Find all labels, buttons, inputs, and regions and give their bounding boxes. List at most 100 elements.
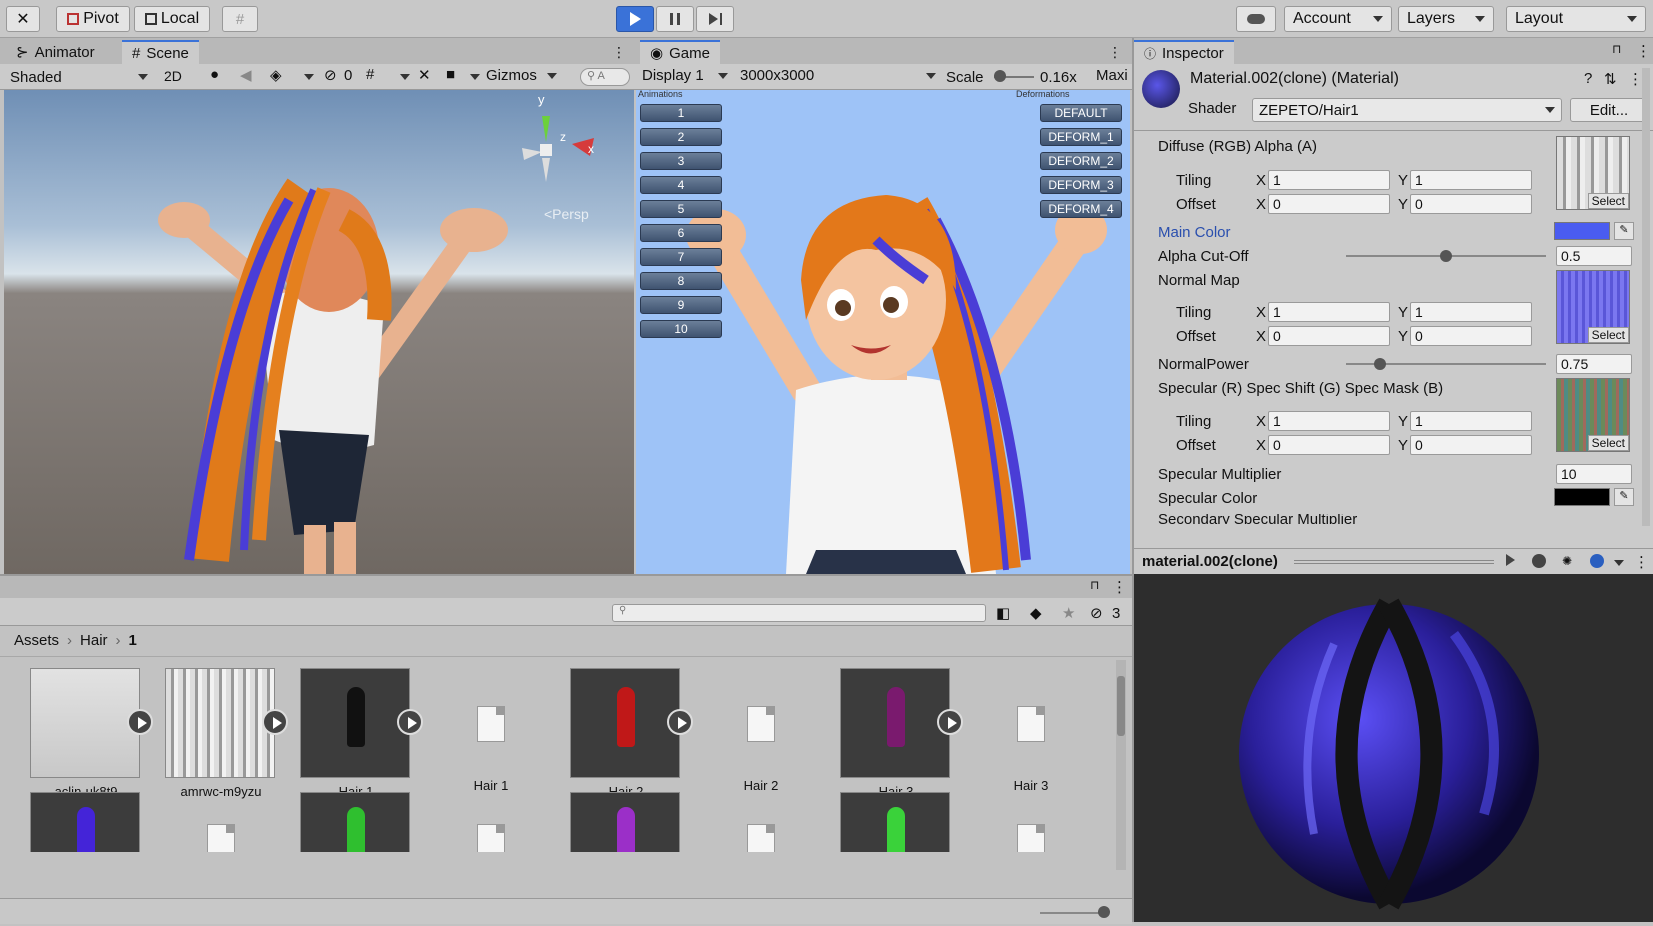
preview-shape-icon[interactable] xyxy=(1590,554,1604,568)
deform-button[interactable]: DEFORM_3 xyxy=(1040,176,1122,194)
asset-item[interactable] xyxy=(165,794,277,852)
alpha-cutoff-slider-knob[interactable] xyxy=(1440,250,1452,262)
icon-size-slider[interactable] xyxy=(1040,912,1106,914)
asset-item[interactable]: amrwc-m9yzu xyxy=(165,668,288,799)
asset-item[interactable] xyxy=(840,792,952,852)
camera-icon[interactable]: ■ xyxy=(446,66,455,83)
chevron-down-icon[interactable] xyxy=(470,74,480,80)
audio-icon[interactable]: ◀ xyxy=(240,66,252,84)
persp-label[interactable]: <Persp xyxy=(544,206,589,222)
asset-item[interactable]: Hair 1 xyxy=(435,668,547,793)
axis-gizmo[interactable] xyxy=(502,96,612,206)
filter-label-icon[interactable]: ◆ xyxy=(1030,604,1042,622)
filter-type-icon[interactable]: ◧ xyxy=(996,604,1010,622)
asset-item[interactable]: Hair 1 xyxy=(300,668,423,799)
deform-button[interactable]: DEFORM_4 xyxy=(1040,200,1122,218)
sphere-icon[interactable] xyxy=(1532,554,1546,568)
select-texture-button[interactable]: Select xyxy=(1587,435,1629,451)
chevron-down-icon[interactable] xyxy=(400,74,410,80)
deform-button[interactable]: DEFORM_1 xyxy=(1040,128,1122,146)
inspector-scrollbar[interactable] xyxy=(1642,68,1650,526)
asset-item[interactable] xyxy=(570,792,682,852)
animation-button[interactable]: 2 xyxy=(640,128,722,146)
account-dropdown[interactable]: Account xyxy=(1284,6,1392,32)
lighting-icon[interactable]: ● xyxy=(210,66,219,83)
asset-item[interactable]: Hair 3 xyxy=(975,668,1087,793)
animation-button[interactable]: 1 xyxy=(640,104,722,122)
resolution-dropdown[interactable]: 3000x3000 xyxy=(740,67,936,84)
normal-power-slider-knob[interactable] xyxy=(1374,358,1386,370)
hidden-packages-icon[interactable]: ⊘ xyxy=(1090,604,1103,622)
diffuse-tiling-x[interactable]: 1 xyxy=(1268,170,1390,190)
asset-item[interactable] xyxy=(300,792,412,852)
expand-play-icon[interactable] xyxy=(127,709,153,735)
normal-map-texture-slot[interactable]: Select xyxy=(1556,270,1630,344)
more-options-icon[interactable]: ⋮ xyxy=(1634,553,1649,571)
diffuse-offset-y[interactable]: 0 xyxy=(1410,194,1532,214)
chevron-down-icon[interactable] xyxy=(304,74,314,80)
asset-item[interactable]: Hair 3 xyxy=(840,668,963,799)
more-options-icon[interactable]: ⋮ xyxy=(1108,44,1122,61)
asset-item[interactable] xyxy=(435,794,547,852)
animation-button[interactable]: 10 xyxy=(640,320,722,338)
normal-tiling-x[interactable]: 1 xyxy=(1268,302,1390,322)
eyedropper-icon[interactable]: ✎ xyxy=(1614,488,1634,506)
tools-icon[interactable]: ✕ xyxy=(418,66,431,84)
alpha-cutoff-field[interactable]: 0.5 xyxy=(1556,246,1632,266)
normal-tiling-y[interactable]: 1 xyxy=(1410,302,1532,322)
lock-icon[interactable]: ⊓ xyxy=(1612,42,1621,56)
pivot-button[interactable]: Pivot xyxy=(56,6,130,32)
more-options-icon[interactable]: ⋮ xyxy=(1112,578,1127,596)
project-search-input[interactable]: ⚲ xyxy=(612,604,986,622)
asset-item[interactable] xyxy=(705,794,817,852)
hidden-objects-icon[interactable]: ⊘ xyxy=(324,66,337,84)
animation-button[interactable]: 9 xyxy=(640,296,722,314)
grid-snap-button[interactable]: # xyxy=(222,6,258,32)
asset-item[interactable] xyxy=(975,794,1087,852)
scene-viewport[interactable]: y x z <Persp xyxy=(4,90,634,574)
material-preview[interactable] xyxy=(1132,574,1653,922)
asset-item[interactable] xyxy=(30,792,142,852)
diffuse-offset-x[interactable]: 0 xyxy=(1268,194,1390,214)
expand-play-icon[interactable] xyxy=(667,709,693,735)
game-viewport[interactable]: Animations Deformations 1 2 3 4 5 6 7 8 9 10 DEFA… xyxy=(636,90,1130,574)
deform-button[interactable]: DEFORM_2 xyxy=(1040,152,1122,170)
scene-search-input[interactable]: ⚲ A xyxy=(580,68,630,86)
more-options-icon[interactable]: ⋮ xyxy=(612,44,626,61)
asset-item[interactable]: Hair 2 xyxy=(705,668,817,793)
main-color-swatch[interactable] xyxy=(1554,222,1610,240)
normal-offset-x[interactable]: 0 xyxy=(1268,326,1390,346)
help-icon[interactable]: ? xyxy=(1584,70,1592,87)
select-texture-button[interactable]: Select xyxy=(1587,193,1629,209)
expand-play-icon[interactable] xyxy=(937,709,963,735)
tab-scene[interactable]: # Scene xyxy=(122,40,199,64)
chevron-down-icon[interactable] xyxy=(1614,560,1624,566)
animation-button[interactable]: 3 xyxy=(640,152,722,170)
tab-animator[interactable]: ⊱ Animator xyxy=(6,40,105,64)
specular-tiling-y[interactable]: 1 xyxy=(1410,411,1532,431)
effects-icon[interactable]: ◈ xyxy=(270,66,282,84)
local-button[interactable]: Local xyxy=(134,6,210,32)
maximize-button[interactable]: Maxi xyxy=(1096,67,1128,84)
gizmos-dropdown[interactable]: Gizmos xyxy=(486,67,557,84)
specular-offset-y[interactable]: 0 xyxy=(1410,435,1532,455)
scale-slider-knob[interactable] xyxy=(994,70,1006,82)
breadcrumb-hair[interactable]: Hair xyxy=(80,632,108,649)
eyedropper-icon[interactable]: ✎ xyxy=(1614,222,1634,240)
tools-button[interactable]: ✕ xyxy=(6,6,40,32)
deform-button[interactable]: DEFAULT xyxy=(1040,104,1122,122)
spec-multiplier-field[interactable]: 10 xyxy=(1556,464,1632,484)
icon-size-slider-knob[interactable] xyxy=(1098,906,1110,918)
layout-dropdown[interactable]: Layout xyxy=(1506,6,1646,32)
breadcrumb-current[interactable]: 1 xyxy=(129,632,137,649)
shader-dropdown[interactable]: ZEPETO/Hair1 xyxy=(1252,98,1562,122)
normal-offset-y[interactable]: 0 xyxy=(1410,326,1532,346)
more-options-icon[interactable]: ⋮ xyxy=(1636,42,1651,60)
spec-color-swatch[interactable] xyxy=(1554,488,1610,506)
tab-inspector[interactable]: ⓘ Inspector xyxy=(1134,40,1234,64)
specular-offset-x[interactable]: 0 xyxy=(1268,435,1390,455)
breadcrumb-assets[interactable]: Assets xyxy=(14,632,59,649)
lock-icon[interactable]: ⊓ xyxy=(1090,578,1099,592)
animation-button[interactable]: 8 xyxy=(640,272,722,290)
tab-game[interactable]: ◉ Game xyxy=(640,40,720,64)
